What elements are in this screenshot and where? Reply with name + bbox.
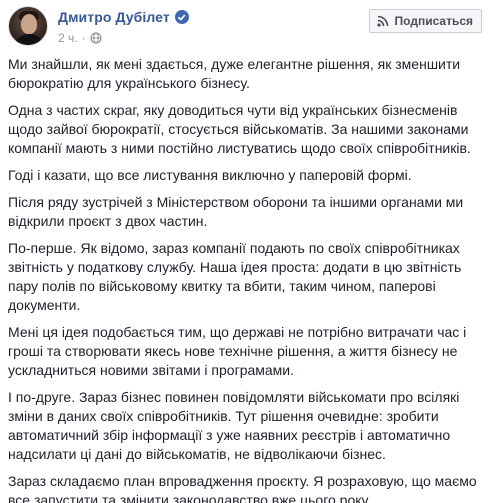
post-paragraph: Одна з частих скраг, яку доводиться чути… [8, 102, 471, 156]
post-paragraph: Мені ця ідея подобається тим, що державі… [8, 324, 467, 378]
post-paragraph: Ми знайшли, як мені здається, дуже елега… [8, 56, 461, 91]
meta-separator: · [81, 31, 86, 45]
avatar-face [21, 14, 37, 34]
author-line: Дмитро Дубілет [58, 9, 189, 25]
post-timestamp-link[interactable]: 2 ч. [58, 31, 78, 45]
avatar-body [14, 34, 44, 45]
rss-icon [376, 14, 390, 28]
post-meta: 2 ч. · [58, 31, 102, 45]
facebook-post: Дмитро Дубілет 2 ч. · Подписаться Ми зна… [0, 0, 490, 503]
post-header: Дмитро Дубілет 2 ч. · Подписаться [8, 6, 482, 50]
globe-icon[interactable] [89, 32, 102, 44]
verified-badge-icon [174, 10, 189, 24]
subscribe-button[interactable]: Подписаться [368, 9, 482, 33]
post-paragraph: Годі і казати, що все листування виключн… [8, 167, 412, 183]
author-name-link[interactable]: Дмитро Дубілет [58, 9, 170, 25]
avatar[interactable] [8, 6, 48, 46]
post-body: Ми знайшли, як мені здається, дуже елега… [8, 55, 484, 503]
post-paragraph: По-перше. Як відомо, зараз компанії пода… [8, 240, 462, 313]
post-paragraph: І по-друге. Зараз бізнес повинен повідом… [8, 389, 460, 462]
subscribe-button-label: Подписаться [394, 14, 473, 28]
post-paragraph: Зараз складаємо план впровадження проєкт… [8, 473, 477, 503]
post-paragraph: Після ряду зустрічей з Міністерством обо… [8, 194, 464, 229]
